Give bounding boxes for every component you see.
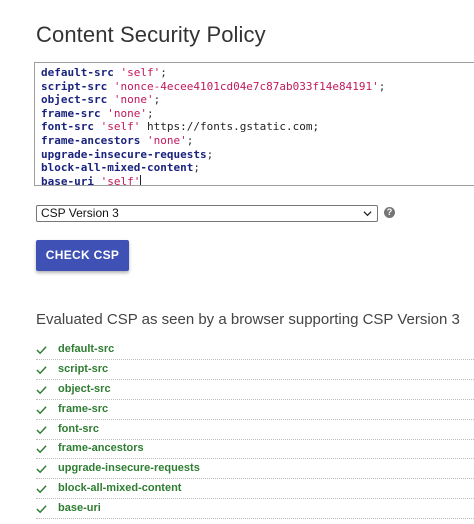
csp-version-select[interactable]: CSP Version 3 (36, 205, 378, 222)
evaluation-row[interactable]: base-uri (36, 500, 474, 520)
evaluation-directive-label: font-src (58, 422, 99, 435)
text-cursor (140, 174, 142, 185)
policy-text (94, 175, 101, 185)
evaluation-directive-label: object-src (58, 382, 111, 395)
policy-keyword: 'self' (120, 66, 161, 79)
csp-input-textarea[interactable]: default-src 'self'; script-src 'nonce-4ec… (34, 62, 474, 186)
policy-text: ; (378, 79, 386, 93)
policy-directive: upgrade-insecure-requests (41, 147, 207, 161)
check-icon (36, 405, 47, 414)
policy-keyword: 'self' (100, 174, 141, 186)
policy-directive: script-src (41, 79, 108, 93)
evaluation-row[interactable]: object-src (36, 381, 474, 400)
policy-keyword: 'none' (146, 133, 187, 147)
csp-version-selected-value: CSP Version 3 (41, 206, 119, 220)
policy-text: ; (193, 161, 200, 175)
evaluation-directive-label: base-uri (58, 502, 101, 515)
policy-line: base-uri 'self' (41, 174, 474, 186)
policy-line: block-all-mixed-content; (41, 161, 474, 175)
check-icon (36, 445, 47, 454)
evaluation-row[interactable]: frame-ancestors (36, 440, 474, 460)
evaluation-row[interactable]: font-src (36, 421, 474, 440)
policy-line: object-src 'none'; (41, 93, 474, 107)
policy-directive: frame-ancestors (41, 133, 141, 147)
policy-text: ; (186, 133, 194, 147)
policy-keyword: 'self' (100, 120, 141, 134)
evaluation-directive-label: default-src (58, 343, 115, 355)
policy-line: frame-ancestors 'none'; (41, 134, 474, 148)
policy-text (140, 134, 147, 147)
evaluation-directive-label: upgrade-insecure-requests (58, 462, 200, 475)
policy-directive: base-uri (41, 174, 94, 186)
policy-line: frame-src 'none'; (41, 107, 474, 121)
policy-text: ; (206, 147, 214, 161)
evaluation-directive-label: script-src (58, 362, 109, 375)
evaluation-row[interactable]: upgrade-insecure-requests (36, 460, 474, 480)
evaluation-directive-label: frame-ancestors (58, 442, 144, 455)
policy-text: ; (153, 93, 161, 107)
policy-text (94, 120, 101, 133)
policy-keyword: 'none' (107, 106, 147, 120)
check-icon (36, 485, 47, 494)
evaluation-directive-label: frame-src (58, 402, 109, 415)
evaluation-row[interactable]: block-all-mixed-content (36, 480, 474, 500)
check-icon (36, 366, 47, 375)
evaluation-row[interactable]: default-src (36, 341, 474, 360)
policy-directive: frame-src (41, 106, 101, 120)
policy-directive: block-all-mixed-content (41, 161, 194, 175)
check-icon (36, 425, 47, 434)
policy-directive: default-src (41, 66, 114, 79)
policy-line: upgrade-insecure-requests; (41, 148, 474, 162)
policy-keyword: 'none' (113, 93, 154, 107)
policy-text: https://fonts.gstatic.com; (140, 120, 320, 134)
evaluation-directive-label: block-all-mixed-content (58, 482, 182, 495)
chevron-down-icon (363, 211, 372, 217)
page-title: Content Security Policy (36, 22, 266, 47)
check-icon (36, 386, 47, 395)
policy-line: default-src 'self'; (41, 66, 474, 80)
help-icon[interactable]: ? (384, 207, 395, 218)
policy-keyword: 'nonce-4ecee4101cd04e7c87ab033f14e84191' (113, 79, 379, 93)
check-icon (36, 346, 47, 355)
evaluation-row[interactable]: script-src (36, 361, 474, 380)
policy-text: ; (160, 66, 167, 79)
check-csp-button[interactable]: CHECK CSP (36, 240, 129, 271)
check-icon (36, 465, 47, 474)
policy-text: ; (146, 106, 154, 120)
policy-line: script-src 'nonce-4ecee4101cd04e7c87ab03… (41, 80, 474, 94)
policy-text (107, 93, 114, 106)
policy-text (107, 80, 114, 93)
policy-directive: font-src (41, 120, 94, 134)
policy-line: font-src 'self' https://fonts.gstatic.co… (41, 120, 474, 134)
policy-directive: object-src (41, 93, 108, 107)
evaluation-results-list: default-src script-src object-src frame-src… (36, 341, 474, 520)
evaluation-row[interactable]: frame-src (36, 401, 474, 420)
evaluation-heading: Evaluated CSP as seen by a browser suppo… (36, 311, 460, 328)
check-icon (36, 505, 47, 514)
